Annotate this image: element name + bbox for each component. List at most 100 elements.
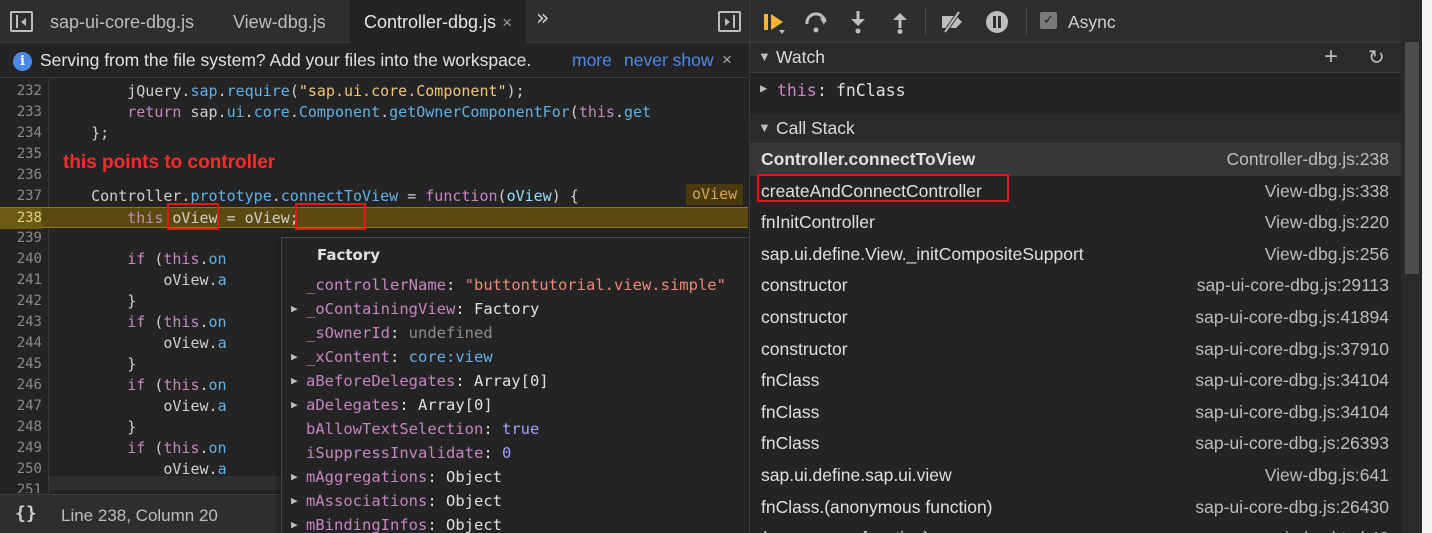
line-number[interactable]: 237: [0, 186, 42, 207]
expand-caret-icon[interactable]: ▶: [291, 489, 298, 513]
pretty-print-icon[interactable]: {}: [15, 503, 37, 524]
step-into-icon[interactable]: [846, 10, 870, 34]
infobar-close-icon[interactable]: ×: [722, 50, 732, 70]
deactivate-breakpoints-icon[interactable]: [940, 10, 964, 34]
expand-caret-icon[interactable]: ▶: [291, 465, 298, 489]
scrollbar-thumb[interactable]: [1405, 42, 1419, 274]
line-number[interactable]: 250: [0, 459, 42, 480]
callstack-frame[interactable]: fnClass.(anonymous function) sap-ui-core-…: [750, 492, 1401, 524]
line-number[interactable]: 243: [0, 312, 42, 333]
callstack-frame[interactable]: constructor sap-ui-core-dbg.js:37910: [750, 334, 1401, 366]
callstack-frame[interactable]: fnClass sap-ui-core-dbg.js:26393: [750, 428, 1401, 460]
callstack-frame[interactable]: constructor sap-ui-core-dbg.js:29113: [750, 270, 1401, 302]
code-text: if (this.on: [127, 250, 227, 268]
line-number[interactable]: 236: [0, 165, 42, 186]
frame-location-link[interactable]: View-dbg.js:220: [1265, 212, 1389, 233]
watch-expression-colon: :: [817, 81, 827, 100]
popover-property[interactable]: ▶ mAggregations: Object: [282, 465, 748, 489]
frame-location-link[interactable]: Controller-dbg.js:238: [1227, 149, 1389, 170]
callstack-frame[interactable]: fnClass sap-ui-core-dbg.js:34104: [750, 365, 1401, 397]
expand-caret-icon[interactable]: ▶: [291, 345, 298, 369]
code-line[interactable]: 234 };: [0, 123, 748, 144]
line-number[interactable]: 241: [0, 270, 42, 291]
expand-caret-icon[interactable]: ▶: [291, 369, 298, 393]
execution-line[interactable]: 238 this.oView = oView;: [0, 207, 748, 229]
toggle-navigator-icon[interactable]: [10, 11, 33, 32]
line-number[interactable]: 235: [0, 144, 42, 165]
popover-property[interactable]: ▶ _oContainingView: Factory: [282, 297, 748, 321]
frame-location-link[interactable]: View-dbg.js:338: [1265, 181, 1389, 202]
tab-controller-dbg[interactable]: Controller-dbg.js ×: [350, 0, 526, 44]
popover-property[interactable]: ▶ mBindingInfos: Object: [282, 513, 748, 533]
callstack-frame[interactable]: sap.ui.define.View._initCompositeSupport…: [750, 239, 1401, 271]
annotation-text: this points to controller: [63, 152, 276, 173]
watch-expression[interactable]: ▶ this : fnClass: [750, 77, 1401, 107]
frame-location-link[interactable]: sap-ui-core-dbg.js:26430: [1195, 497, 1389, 518]
frame-location-link[interactable]: sap-ui-core-dbg.js:34104: [1195, 402, 1389, 423]
callstack-frame[interactable]: Controller.connectToView Controller-dbg.j…: [750, 144, 1401, 176]
popover-property[interactable]: ▶ aDelegates: Array[0]: [282, 393, 748, 417]
line-number[interactable]: 247: [0, 396, 42, 417]
frame-location-link[interactable]: sap-ui-core-dbg.js:26393: [1195, 433, 1389, 454]
resume-icon[interactable]: [762, 10, 786, 34]
line-number[interactable]: 234: [0, 123, 42, 144]
sidebar-scrollbar[interactable]: [1401, 0, 1422, 533]
frame-location-link[interactable]: sap-ui-core-dbg.js:34104: [1195, 370, 1389, 391]
code-text: oView.a: [55, 271, 227, 289]
async-checkbox[interactable]: ✓: [1040, 12, 1057, 29]
frame-location-link[interactable]: sap-ui-core-dbg.js:29113: [1197, 275, 1389, 296]
toggle-debugger-icon[interactable]: [718, 11, 741, 32]
close-tab-icon[interactable]: ×: [502, 13, 512, 32]
line-number[interactable]: 232: [0, 81, 42, 102]
line-number[interactable]: 239: [0, 228, 42, 249]
line-number[interactable]: 248: [0, 417, 42, 438]
expand-caret-icon[interactable]: ▶: [291, 297, 298, 321]
line-number[interactable]: 233: [0, 102, 42, 123]
expand-caret-icon[interactable]: ▶: [760, 81, 767, 95]
line-number[interactable]: 251: [0, 480, 42, 493]
callstack-frame[interactable]: (anonymous function) index.html:48: [750, 523, 1401, 533]
refresh-watch-icon[interactable]: ↻: [1368, 45, 1385, 70]
line-number[interactable]: 242: [0, 291, 42, 312]
code-line[interactable]: 237 Controller.prototype.connectToView =…: [0, 186, 748, 207]
popover-property[interactable]: _sOwnerId: undefined: [282, 321, 748, 345]
more-tabs-icon[interactable]: »: [536, 6, 549, 31]
tab-view-dbg[interactable]: View-dbg.js: [219, 0, 340, 43]
frame-location-link[interactable]: sap-ui-core-dbg.js:37910: [1195, 339, 1389, 360]
code-line[interactable]: 233 return sap.ui.core.Component.getOwne…: [0, 102, 748, 123]
add-watch-icon[interactable]: +: [1324, 43, 1338, 71]
step-out-icon[interactable]: [888, 10, 912, 34]
callstack-frame[interactable]: fnClass sap-ui-core-dbg.js:34104: [750, 397, 1401, 429]
frame-location-link[interactable]: View-dbg.js:641: [1265, 465, 1389, 486]
line-number[interactable]: 244: [0, 333, 42, 354]
line-number[interactable]: 245: [0, 354, 42, 375]
line-number[interactable]: 238: [0, 208, 42, 229]
frame-location-link[interactable]: sap-ui-core-dbg.js:41894: [1195, 307, 1389, 328]
line-number[interactable]: 240: [0, 249, 42, 270]
popover-property[interactable]: ▶ aBeforeDelegates: Array[0]: [282, 369, 748, 393]
callstack-frame[interactable]: constructor sap-ui-core-dbg.js:41894: [750, 302, 1401, 334]
popover-property[interactable]: ▶ mAssociations: Object: [282, 489, 748, 513]
toolbar-divider: [925, 8, 926, 35]
callstack-frame[interactable]: sap.ui.define.sap.ui.view View-dbg.js:641: [750, 460, 1401, 492]
callstack-frame[interactable]: fnInitController View-dbg.js:220: [750, 207, 1401, 239]
frame-location-link[interactable]: View-dbg.js:256: [1265, 244, 1389, 265]
expand-caret-icon[interactable]: ▶: [291, 393, 298, 417]
tab-label: Controller-dbg.js: [364, 12, 497, 32]
callstack-section-header[interactable]: ▼ Call Stack: [750, 114, 1401, 144]
infobar-never-show-link[interactable]: never show: [624, 50, 714, 71]
popover-property[interactable]: _controllerName: "buttontutorial.view.si…: [282, 273, 748, 297]
frame-location-link[interactable]: index.html:48: [1285, 528, 1389, 533]
tab-sap-ui-core[interactable]: sap-ui-core-dbg.js: [36, 0, 208, 43]
expand-caret-icon[interactable]: ▶: [291, 513, 298, 533]
line-number[interactable]: 249: [0, 438, 42, 459]
pause-on-exceptions-icon[interactable]: [985, 10, 1009, 34]
popover-property[interactable]: ▶ _xContent: core:view: [282, 345, 748, 369]
popover-property[interactable]: iSuppressInvalidate: 0: [282, 441, 748, 465]
watch-section-header[interactable]: ▼ Watch + ↻: [750, 43, 1401, 73]
line-number[interactable]: 246: [0, 375, 42, 396]
infobar-more-link[interactable]: more: [572, 50, 612, 71]
step-over-icon[interactable]: [804, 10, 828, 34]
popover-property[interactable]: bAllowTextSelection: true: [282, 417, 748, 441]
code-line[interactable]: 232 jQuery.sap.require("sap.ui.core.Comp…: [0, 81, 748, 102]
